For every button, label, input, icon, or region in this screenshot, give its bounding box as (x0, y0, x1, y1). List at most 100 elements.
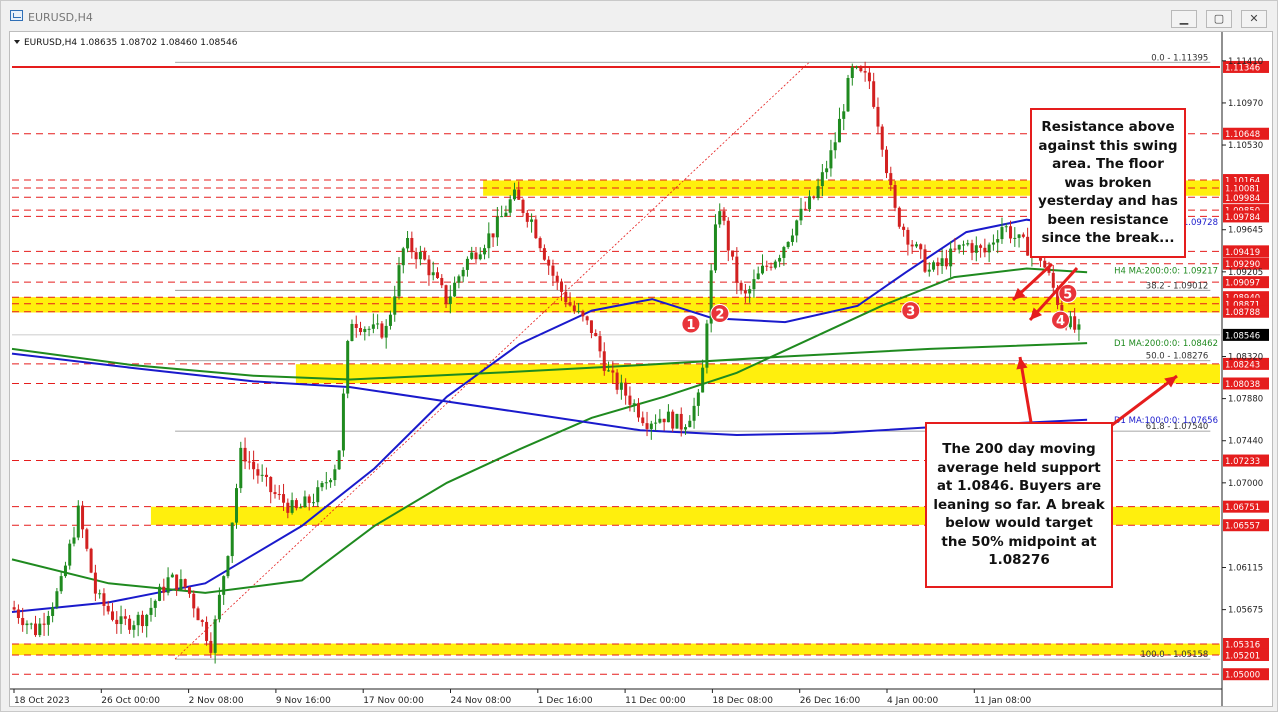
candle-body-35 (162, 586, 166, 593)
candle-body-201 (872, 81, 876, 107)
price-tick-label-4: 1.09205 (1228, 268, 1263, 278)
time-label-3: 9 Nov 16:00 (276, 696, 331, 706)
chart-area[interactable]: 1.113461.106481.101641.100811.099841.098… (9, 31, 1273, 707)
swing-marker-label-5: 5 (1063, 287, 1072, 302)
close-button[interactable]: ✕ (1241, 10, 1267, 28)
swing-marker-label-1: 1 (686, 318, 695, 333)
candle-body-136 (594, 333, 598, 337)
candle-body-53 (239, 447, 243, 489)
level-label-17: 1.06557 (1225, 522, 1260, 532)
candle-body-167 (726, 220, 730, 251)
candle-body-231 (1000, 227, 1004, 240)
candle-body-228 (987, 244, 991, 253)
time-label-5: 24 Nov 08:00 (451, 696, 512, 706)
time-label-0: 18 Oct 2023 (14, 696, 70, 706)
candle-body-8 (46, 615, 50, 625)
candle-body-51 (230, 522, 234, 557)
fib-label-1: 38.2 - 1.09012 (1146, 281, 1209, 291)
minimize-button[interactable]: ▁ (1171, 10, 1197, 28)
candle-body-15 (76, 505, 80, 538)
candle-body-190 (825, 168, 829, 173)
candle-body-106 (465, 258, 469, 270)
candle-body-154 (671, 411, 675, 429)
candle-body-148 (645, 423, 649, 429)
candle-body-23 (110, 611, 114, 620)
time-label-7: 11 Dec 00:00 (625, 696, 686, 706)
time-label-6: 1 Dec 16:00 (538, 696, 593, 706)
candle-body-221 (957, 244, 961, 250)
candle-body-173 (752, 279, 756, 290)
candle-body-95 (418, 251, 422, 260)
candle-body-142 (619, 382, 623, 390)
candle-body-76 (337, 450, 341, 470)
candle-body-146 (636, 403, 640, 418)
candle-body-187 (812, 196, 816, 199)
candle-body-75 (333, 469, 337, 481)
candle-body-59 (264, 474, 268, 477)
candle-body-123 (538, 238, 542, 249)
candle-body-5 (34, 623, 38, 636)
candle-body-105 (461, 269, 465, 277)
candle-body-157 (684, 427, 688, 430)
candle-body-213 (923, 249, 927, 272)
candles (12, 61, 1081, 664)
candle-body-196 (850, 66, 854, 78)
candle-body-248 (1073, 316, 1077, 330)
candle-body-151 (658, 418, 662, 423)
candle-body-159 (692, 405, 696, 421)
candle-body-104 (457, 276, 461, 283)
price-tick-label-0: 1.11410 (1228, 57, 1263, 67)
candle-body-117 (512, 189, 516, 200)
candle-body-3 (25, 623, 29, 626)
candle-body-38 (175, 574, 179, 590)
price-tick-label-2: 1.10530 (1228, 141, 1263, 151)
candle-body-74 (329, 480, 333, 483)
candle-body-219 (949, 248, 953, 267)
candle-body-36 (166, 577, 170, 593)
candle-body-211 (914, 244, 918, 247)
candle-body-140 (611, 370, 615, 373)
candle-body-93 (410, 237, 414, 253)
level-label-7: 1.09419 (1225, 248, 1260, 258)
candle-body-230 (996, 239, 1000, 243)
symbol-header: EURUSD,H4 1.08635 1.08702 1.08460 1.0854… (24, 38, 238, 48)
candle-body-214 (927, 269, 931, 272)
candle-body-78 (346, 341, 350, 394)
candle-body-50 (226, 556, 230, 577)
title-bar: EURUSD,H4 ▁ ▢ ✕ (1, 1, 1277, 31)
candle-body-161 (701, 367, 705, 393)
ma-label-2: D1 MA:200:0:0: 1.08462 (1114, 339, 1218, 349)
candle-body-41 (187, 587, 191, 594)
candle-body-64 (286, 502, 290, 513)
maximize-button[interactable]: ▢ (1206, 10, 1232, 28)
candle-body-205 (889, 173, 893, 186)
candle-body-57 (256, 469, 260, 476)
candle-body-58 (260, 474, 264, 476)
candle-body-96 (423, 251, 427, 260)
candle-body-0 (12, 607, 16, 610)
candle-body-153 (666, 411, 670, 423)
candle-body-120 (525, 212, 529, 222)
fib-label-4: 100.0 - 1.05158 (1140, 650, 1208, 660)
fib-label-0: 0.0 - 1.11395 (1151, 53, 1208, 63)
candle-body-72 (320, 483, 324, 488)
candle-body-44 (200, 620, 204, 622)
candle-body-162 (705, 323, 709, 368)
candle-body-208 (902, 226, 906, 230)
swing-marker-label-4: 4 (1056, 314, 1065, 329)
candle-body-68 (303, 496, 307, 508)
candle-body-207 (897, 207, 901, 227)
candle-body-197 (855, 66, 859, 68)
candle-body-178 (773, 261, 777, 268)
candle-body-185 (803, 208, 807, 210)
level-label-4: 1.09984 (1225, 194, 1260, 204)
candle-body-84 (371, 324, 375, 329)
level-label-19: 1.05201 (1225, 651, 1260, 661)
candle-body-21 (102, 593, 106, 606)
candle-body-43 (196, 608, 200, 621)
price-tick-label-8: 1.07000 (1228, 479, 1263, 489)
candle-body-65 (290, 500, 294, 513)
candle-body-200 (867, 72, 871, 82)
candle-body-139 (607, 370, 611, 372)
time-label-8: 18 Dec 08:00 (712, 696, 773, 706)
